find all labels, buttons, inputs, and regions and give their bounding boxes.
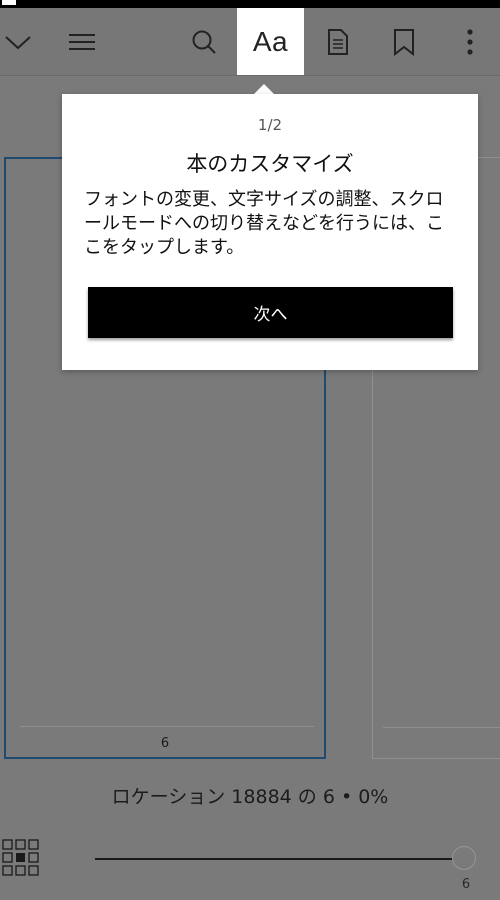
page-grid-button[interactable]	[2, 838, 40, 882]
bookmark-button[interactable]	[386, 8, 422, 75]
search-button[interactable]	[184, 8, 224, 75]
page-number: 6	[160, 736, 170, 751]
customize-tooltip: 1/2 本のカスタマイズ フォントの変更、文字サイズの調整、スクロールモードへの…	[62, 94, 478, 370]
more-vert-icon	[467, 28, 473, 55]
menu-icon	[69, 33, 95, 50]
notebook-button[interactable]	[320, 8, 356, 75]
more-options-button[interactable]	[456, 8, 484, 75]
page-slider-thumb[interactable]	[452, 846, 476, 870]
font-settings-label: Aa	[252, 25, 289, 57]
reader-toolbar: Aa	[0, 8, 500, 76]
font-settings-button[interactable]: Aa	[237, 8, 304, 75]
tooltip-title: 本のカスタマイズ	[186, 152, 354, 176]
bookmark-icon	[394, 28, 414, 56]
tooltip-body: フォントの変更、文字サイズの調整、スクロールモードへの切り替えなどを行うには、こ…	[84, 189, 444, 258]
tooltip-step: 1/2	[257, 116, 283, 134]
location-indicator: ロケーション 18884 の 6 • 0%	[111, 786, 389, 808]
page-slider-track[interactable]	[95, 858, 455, 860]
notebook-icon	[328, 28, 348, 55]
grid-view-icon	[2, 839, 39, 876]
page-slider-value: 6	[461, 877, 471, 892]
page-footer-divider	[383, 727, 500, 728]
status-bar	[0, 0, 500, 8]
menu-button[interactable]	[64, 8, 100, 75]
search-icon	[192, 30, 216, 54]
page-footer-divider	[20, 726, 314, 727]
collapse-button[interactable]	[0, 8, 36, 75]
next-button[interactable]: 次へ	[88, 287, 453, 338]
status-icon	[2, 0, 16, 5]
chevron-down-icon	[5, 35, 31, 49]
